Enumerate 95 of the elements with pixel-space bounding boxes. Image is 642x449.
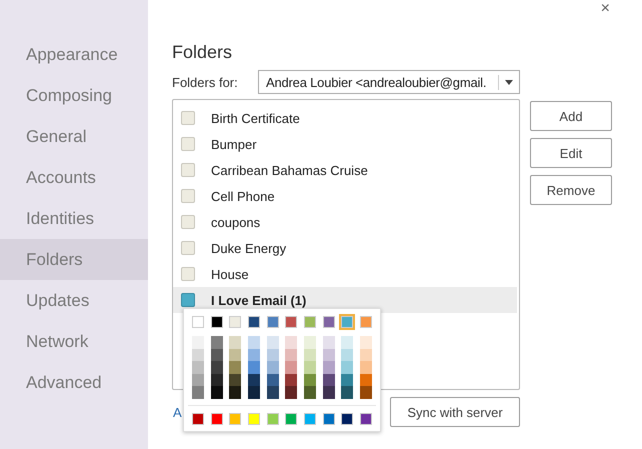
folder-action-button[interactable]: Add [530, 101, 612, 131]
color-swatch[interactable] [266, 361, 279, 374]
color-swatch[interactable] [304, 348, 316, 362]
color-swatch[interactable] [229, 374, 242, 386]
color-swatch[interactable] [304, 374, 316, 386]
color-swatch[interactable] [266, 386, 279, 399]
color-swatch[interactable] [210, 374, 223, 386]
color-checkbox[interactable] [181, 293, 195, 307]
folder-row[interactable]: House [173, 261, 517, 287]
color-swatch[interactable] [266, 412, 279, 425]
color-swatch[interactable] [304, 412, 316, 425]
color-swatch[interactable] [192, 336, 204, 349]
color-swatch[interactable] [192, 361, 204, 374]
folder-row[interactable]: coupons [173, 209, 517, 235]
color-swatch[interactable] [285, 316, 298, 328]
color-checkbox[interactable] [181, 241, 195, 255]
color-swatch[interactable] [229, 386, 242, 399]
folder-row[interactable]: Cell Phone [173, 183, 517, 209]
color-swatch[interactable] [266, 374, 279, 386]
color-swatch[interactable] [285, 348, 298, 362]
color-swatch[interactable] [229, 316, 242, 328]
color-swatch[interactable] [210, 412, 223, 425]
color-swatch[interactable] [341, 336, 354, 349]
folder-row[interactable]: Carribean Bahamas Cruise [173, 157, 517, 183]
folder-row[interactable]: Duke Energy [173, 235, 517, 261]
sync-button[interactable]: Sync with server [390, 397, 520, 427]
color-swatch[interactable] [322, 361, 335, 374]
color-swatch[interactable] [341, 374, 354, 386]
color-checkbox[interactable] [181, 267, 195, 281]
color-swatch[interactable] [341, 386, 354, 399]
color-swatch[interactable] [322, 386, 335, 399]
folder-action-button[interactable]: Edit [530, 138, 612, 168]
color-swatch[interactable] [360, 412, 372, 425]
color-swatch[interactable] [304, 316, 316, 328]
color-swatch[interactable] [304, 361, 316, 374]
color-swatch[interactable] [229, 336, 242, 349]
link[interactable]: A [172, 404, 182, 420]
color-swatch[interactable] [210, 348, 223, 362]
folder-action-button[interactable]: Remove [530, 175, 612, 205]
color-swatch[interactable] [341, 361, 354, 374]
color-swatch[interactable] [192, 316, 204, 328]
color-swatch[interactable] [210, 386, 223, 399]
color-swatch[interactable] [360, 336, 372, 349]
color-swatch[interactable] [285, 361, 298, 374]
section-title: Folders [172, 42, 234, 64]
color-checkbox[interactable] [181, 215, 195, 229]
color-swatch[interactable] [192, 386, 204, 399]
folders-for-label: Folders for: [172, 74, 239, 90]
color-swatch[interactable] [210, 361, 223, 374]
color-swatch[interactable] [360, 386, 372, 399]
color-swatch[interactable] [229, 361, 242, 374]
color-swatch[interactable] [248, 412, 260, 425]
color-swatch[interactable] [360, 374, 372, 386]
color-swatch[interactable] [266, 348, 279, 362]
caret-icon [505, 80, 513, 84]
color-checkbox[interactable] [181, 111, 195, 125]
color-swatch[interactable] [192, 374, 204, 386]
color-swatch[interactable] [266, 336, 279, 349]
folder-row[interactable]: Bumper [173, 131, 517, 157]
color-swatch[interactable] [210, 316, 223, 328]
color-swatch[interactable] [304, 336, 316, 349]
color-swatch[interactable] [229, 348, 242, 362]
color-swatch[interactable] [248, 374, 260, 386]
color-swatch[interactable] [285, 386, 298, 399]
color-swatch[interactable] [248, 316, 260, 328]
color-swatch[interactable] [322, 316, 335, 328]
account-dropdown[interactable]: Andrea Loubier <andrealoubier@gmail. [258, 70, 520, 94]
color-swatch[interactable] [192, 348, 204, 362]
color-swatch[interactable] [285, 336, 298, 349]
close-button[interactable]: × [600, 0, 610, 18]
color-swatch[interactable] [322, 412, 335, 425]
color-swatch[interactable] [360, 316, 372, 328]
color-swatch[interactable] [341, 348, 354, 362]
color-swatch[interactable] [322, 348, 335, 362]
color-swatch[interactable] [322, 336, 335, 349]
color-swatch[interactable] [192, 412, 204, 425]
color-swatch[interactable] [341, 316, 354, 328]
folder-row[interactable]: Birth Certificate [173, 105, 517, 131]
color-swatch[interactable] [266, 316, 279, 328]
color-swatch[interactable] [341, 412, 354, 425]
color-swatch[interactable] [210, 336, 223, 349]
color-swatch[interactable] [304, 386, 316, 399]
color-checkbox[interactable] [181, 189, 195, 203]
color-swatch[interactable] [248, 386, 260, 399]
color-checkbox[interactable] [181, 163, 195, 177]
color-swatch[interactable] [248, 348, 260, 362]
color-swatch[interactable] [229, 412, 242, 425]
color-swatch[interactable] [360, 361, 372, 374]
color-swatch[interactable] [322, 374, 335, 386]
color-swatch[interactable] [360, 348, 372, 362]
color-checkbox[interactable] [181, 137, 195, 151]
color-swatch[interactable] [248, 361, 260, 374]
color-swatch[interactable] [248, 336, 260, 349]
color-swatch[interactable] [285, 412, 298, 425]
color-swatch[interactable] [285, 374, 298, 386]
